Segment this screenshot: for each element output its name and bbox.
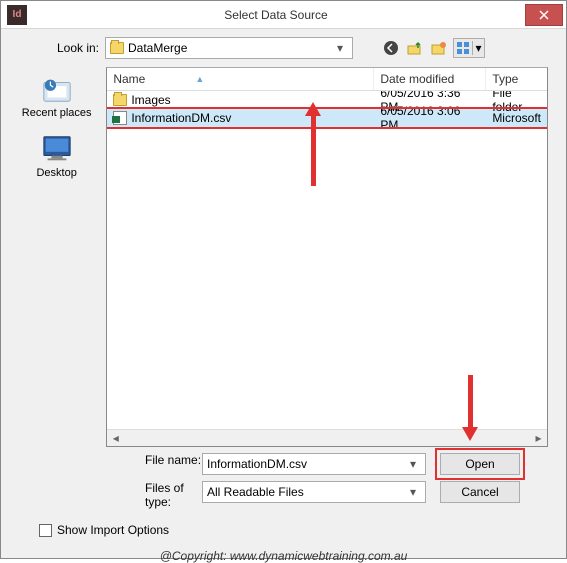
checkbox-label: Show Import Options (57, 523, 169, 537)
files-of-type-label: Files of type: (117, 481, 202, 509)
view-menu-button[interactable]: ▾ (453, 38, 485, 58)
column-header-type[interactable]: Type (486, 68, 547, 90)
close-button[interactable] (525, 4, 563, 26)
chevron-down-icon: ▾ (472, 41, 484, 55)
look-in-label: Look in: (49, 41, 99, 55)
recent-places-icon (38, 73, 76, 105)
chevron-down-icon: ▾ (405, 485, 421, 499)
window-title: Select Data Source (27, 8, 525, 22)
file-name-label: File name: (117, 453, 202, 475)
back-button[interactable] (381, 38, 401, 58)
file-list[interactable]: Images 6/05/2016 3:36 PM File folder Inf… (107, 91, 547, 429)
copyright-text: @Copyright: www.dynamicwebtraining.com.a… (1, 549, 566, 563)
file-name: Images (131, 93, 170, 107)
place-label: Recent places (22, 107, 92, 119)
close-icon (539, 10, 549, 20)
file-name-value: InformationDM.csv (207, 457, 405, 471)
place-label: Desktop (36, 167, 76, 179)
file-list-area: Name ▲ Date modified Type Images 6/05/20… (106, 67, 548, 447)
cancel-button[interactable]: Cancel (440, 481, 520, 503)
back-arrow-icon (383, 40, 399, 56)
title-bar: Id Select Data Source (1, 1, 566, 29)
desktop-icon (38, 133, 76, 165)
new-folder-icon (431, 40, 447, 56)
files-of-type-dropdown[interactable]: All Readable Files ▾ (202, 481, 426, 503)
chevron-down-icon: ▾ (405, 457, 421, 471)
new-folder-button[interactable] (429, 38, 449, 58)
select-data-source-dialog: Id Select Data Source Look in: DataMerge… (0, 0, 567, 559)
column-header-row: Name ▲ Date modified Type (107, 68, 547, 91)
scroll-left-icon: ◂ (107, 430, 124, 447)
show-import-options-checkbox[interactable]: Show Import Options (39, 523, 546, 537)
file-type: Microsoft (486, 111, 547, 125)
open-button[interactable]: Open (440, 453, 520, 475)
column-header-date[interactable]: Date modified (374, 68, 486, 90)
look-in-dropdown[interactable]: DataMerge ▾ (105, 37, 353, 59)
chevron-down-icon: ▾ (332, 41, 348, 55)
places-bar: Recent places Desktop (11, 67, 102, 447)
look-in-value: DataMerge (128, 41, 328, 55)
look-in-row: Look in: DataMerge ▾ (11, 37, 556, 59)
bottom-panel: File name: InformationDM.csv ▾ Open File… (11, 447, 556, 541)
folder-icon (110, 42, 124, 54)
up-one-level-button[interactable] (405, 38, 425, 58)
folder-icon (113, 93, 127, 107)
place-desktop[interactable]: Desktop (11, 129, 102, 189)
indesign-app-icon: Id (7, 5, 27, 25)
file-name-input[interactable]: InformationDM.csv ▾ (202, 453, 426, 475)
file-date: 6/05/2016 3:06 PM (374, 104, 486, 132)
checkbox-icon (39, 524, 52, 537)
horizontal-scrollbar[interactable]: ◂ ▸ (107, 429, 547, 446)
sort-ascending-icon: ▲ (195, 74, 204, 84)
file-name: InformationDM.csv (131, 111, 231, 125)
scroll-right-icon: ▸ (530, 430, 547, 447)
place-recent[interactable]: Recent places (11, 69, 102, 129)
view-icon (454, 41, 472, 55)
folder-up-icon (407, 40, 423, 56)
files-of-type-value: All Readable Files (207, 485, 405, 499)
column-header-name[interactable]: Name ▲ (107, 68, 374, 90)
toolbar-icons: ▾ (381, 38, 485, 58)
csv-file-icon (113, 111, 127, 125)
file-row[interactable]: InformationDM.csv 6/05/2016 3:06 PM Micr… (107, 109, 547, 127)
